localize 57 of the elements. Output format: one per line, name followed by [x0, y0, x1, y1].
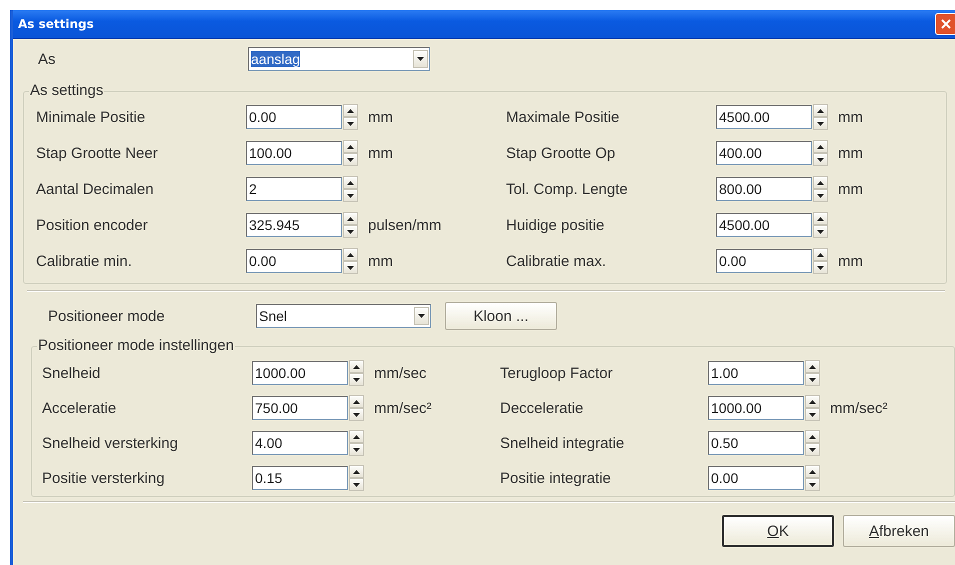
unit-label: mm	[837, 144, 864, 162]
number-field[interactable]: 2	[246, 177, 342, 201]
field-label: Calibratie min.	[36, 252, 133, 270]
number-field[interactable]: 0.00	[246, 105, 342, 129]
field-label: Snelheid integratie	[500, 434, 626, 452]
number-field[interactable]: 1.00	[708, 361, 804, 385]
field-label: Tol. Comp. Lengte	[506, 180, 629, 198]
field-label: Acceleratie	[42, 400, 118, 416]
number-field[interactable]: 100.00	[246, 141, 342, 165]
number-field[interactable]: 1000.00	[252, 361, 348, 385]
field-label: Aantal Decimalen	[36, 180, 155, 198]
number-field[interactable]: 4.00	[252, 431, 348, 455]
field-label: Stap Grootte Op	[506, 144, 616, 162]
field-label: Maximale Positie	[506, 108, 620, 126]
number-field[interactable]: 400.00	[716, 141, 812, 165]
group-title: Positioneer mode instellingen	[37, 337, 235, 355]
unit-label: mm	[367, 144, 394, 162]
number-field[interactable]: 750.00	[252, 396, 348, 420]
number-field[interactable]: 0.50	[708, 431, 804, 455]
unit-label: pulsen/mm	[367, 216, 442, 234]
field-label: Snelheid	[42, 364, 102, 382]
dialog-button[interactable]: OK	[722, 515, 834, 547]
unit-label: mm	[367, 252, 394, 270]
mode-dropdown[interactable]: Snel	[256, 304, 431, 328]
field-label: Positioneer mode	[48, 308, 166, 324]
field-label: Positie versterking	[42, 470, 166, 486]
field-label: Terugloop Factor	[500, 364, 614, 382]
number-field[interactable]: 0.00	[708, 466, 804, 490]
field-label: Positie integratie	[500, 470, 612, 486]
unit-label: mm	[837, 252, 864, 270]
field-label: Position encoder	[36, 216, 149, 234]
unit-label: mm	[367, 108, 394, 126]
number-field[interactable]: 0.00	[716, 249, 812, 273]
unit-label: mm/sec	[373, 364, 428, 382]
window-title: As settings	[17, 17, 94, 31]
number-field[interactable]: 4500.00	[716, 105, 812, 129]
unit-label: mm/sec²	[373, 400, 432, 416]
field-label: Minimale Positie	[36, 108, 146, 126]
unit-label: mm	[837, 180, 864, 198]
number-field[interactable]: 800.00	[716, 177, 812, 201]
field-label: Decceleratie	[500, 400, 584, 416]
field-label: Calibratie max.	[506, 252, 608, 270]
field-label: As	[38, 50, 57, 68]
clone-button[interactable]: Kloon ...	[445, 302, 557, 330]
number-field[interactable]: 0.00	[246, 249, 342, 273]
axis-dropdown[interactable]: aanslag	[248, 47, 430, 71]
field-label: Snelheid versterking	[42, 434, 179, 452]
unit-label: mm/sec²	[829, 400, 888, 416]
number-field[interactable]: 4500.00	[716, 213, 812, 237]
number-field[interactable]: 1000.00	[708, 396, 804, 420]
group-title: As settings	[29, 82, 104, 100]
unit-label: mm	[837, 108, 864, 126]
number-field[interactable]: 0.15	[252, 466, 348, 490]
field-label: Stap Grootte Neer	[36, 144, 159, 162]
field-label: Huidige positie	[506, 216, 606, 234]
number-field[interactable]: 325.945	[246, 213, 342, 237]
dialog-button[interactable]: Afbreken	[843, 515, 955, 547]
